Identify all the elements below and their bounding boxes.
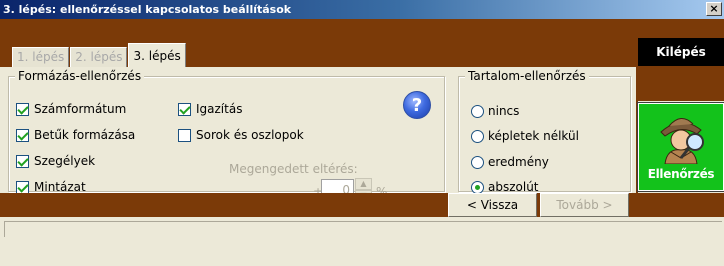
format-check-legend: Formázás-ellenőrzés bbox=[15, 68, 145, 84]
checkbox-box[interactable] bbox=[16, 128, 29, 142]
radio-label: eredmény bbox=[488, 155, 549, 169]
checkbox-label: Betűk formázása bbox=[34, 128, 136, 142]
next-button[interactable]: Tovább > bbox=[540, 193, 629, 217]
checkbox-label: Szegélyek bbox=[34, 154, 96, 168]
check-button[interactable]: Ellenőrzés bbox=[637, 102, 724, 192]
status-area bbox=[0, 217, 724, 266]
right-band bbox=[638, 67, 724, 101]
checkbox-box[interactable] bbox=[178, 102, 191, 116]
checkbox-box[interactable] bbox=[16, 102, 29, 116]
borders-checkbox[interactable]: Szegélyek bbox=[16, 154, 95, 168]
radio-none[interactable]: nincs bbox=[471, 104, 519, 118]
radio-label: nincs bbox=[488, 104, 520, 118]
radio-result[interactable]: eredmény bbox=[471, 155, 549, 169]
radio-label: képletek nélkül bbox=[488, 129, 579, 143]
font-format-checkbox[interactable]: Betűk formázása bbox=[16, 128, 135, 142]
back-button[interactable]: < Vissza bbox=[448, 193, 537, 217]
window-title: 3. lépés: ellenőrzéssel kapcsolatos beál… bbox=[3, 3, 292, 16]
radio-circle[interactable] bbox=[471, 155, 484, 169]
radio-label: abszolút bbox=[488, 180, 539, 194]
radio-circle[interactable] bbox=[471, 129, 484, 143]
checkbox-label: Sorok és oszlopok bbox=[196, 128, 304, 142]
tolerance-label: Megengedett eltérés: bbox=[229, 162, 358, 176]
number-format-checkbox[interactable]: Számformátum bbox=[16, 102, 126, 116]
status-bar bbox=[4, 221, 722, 237]
tab-step-1[interactable]: 1. lépés bbox=[12, 47, 70, 67]
check-button-label: Ellenőrzés bbox=[647, 167, 715, 181]
checkbox-box[interactable] bbox=[16, 154, 29, 168]
content-check-legend: Tartalom-ellenőrzés bbox=[465, 68, 589, 84]
tab-step-2[interactable]: 2. lépés bbox=[70, 47, 128, 67]
rows-columns-checkbox[interactable]: Sorok és oszlopok bbox=[178, 128, 304, 142]
title-bar: 3. lépés: ellenőrzéssel kapcsolatos beál… bbox=[0, 0, 724, 19]
dialog-window: 3. lépés: ellenőrzéssel kapcsolatos beál… bbox=[0, 0, 724, 266]
alignment-checkbox[interactable]: Igazítás bbox=[178, 102, 242, 116]
detective-icon bbox=[660, 118, 704, 164]
exit-button[interactable]: Kilépés bbox=[638, 38, 724, 66]
close-button[interactable]: × bbox=[706, 2, 722, 16]
pattern-checkbox[interactable]: Mintázat bbox=[16, 180, 86, 194]
checkbox-box[interactable] bbox=[178, 128, 191, 142]
spin-up-icon[interactable]: ▲ bbox=[355, 178, 372, 190]
checkbox-box[interactable] bbox=[16, 180, 29, 194]
checkbox-label: Mintázat bbox=[34, 180, 86, 194]
checkbox-label: Számformátum bbox=[34, 102, 127, 116]
radio-without-formulas[interactable]: képletek nélkül bbox=[471, 129, 579, 143]
radio-absolute[interactable]: abszolút bbox=[471, 180, 539, 194]
step-tabs: 1. lépés 2. lépés 3. lépés bbox=[12, 43, 187, 68]
settings-panel: Formázás-ellenőrzés Számformátum Igazítá… bbox=[0, 67, 724, 202]
radio-circle[interactable] bbox=[471, 104, 484, 118]
checkbox-label: Igazítás bbox=[196, 102, 243, 116]
help-icon[interactable]: ? bbox=[403, 91, 431, 119]
tab-step-3[interactable]: 3. lépés bbox=[128, 43, 186, 68]
radio-circle[interactable] bbox=[471, 180, 484, 194]
